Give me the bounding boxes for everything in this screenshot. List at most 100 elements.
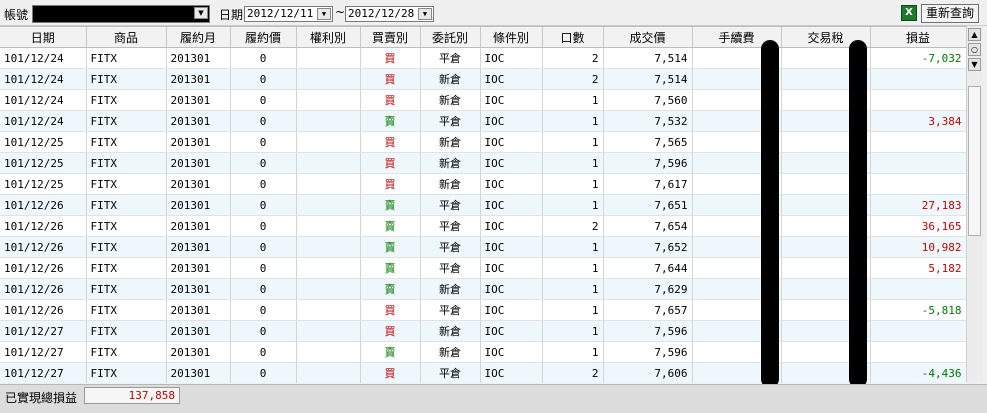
table-row[interactable]: 101/12/27 FITX 201301 0 賣新倉 IOC 1 7,596	[0, 341, 966, 363]
table-row[interactable]: 101/12/27 FITX 201301 0 買新倉 IOC 1 7,596	[0, 320, 966, 342]
order-cell: 平倉	[420, 299, 481, 321]
scroll-top-icon[interactable]: ▲	[968, 28, 981, 41]
right-cell	[296, 215, 361, 237]
scroll-bottom-icon[interactable]: ▼	[968, 58, 981, 71]
qty-cell: 1	[542, 236, 604, 258]
pnl-cell: 3,384	[870, 110, 966, 132]
table-row[interactable]: 101/12/26 FITX 201301 0 賣平倉 IOC 2 7,654 36,165	[0, 215, 966, 237]
vertical-scrollbar[interactable]: ▲ ○ ▼	[966, 26, 983, 382]
right-cell	[296, 320, 361, 342]
pnl-cell: -4,436	[870, 362, 966, 383]
table-row[interactable]: 101/12/26 FITX 201301 0 賣新倉 IOC 1 7,629	[0, 278, 966, 300]
table-row[interactable]: 101/12/25 FITX 201301 0 買新倉 IOC 1 7,617	[0, 173, 966, 195]
cond-cell: IOC	[480, 320, 543, 342]
date-cell: 101/12/25	[0, 173, 87, 195]
date-cell: 101/12/25	[0, 131, 87, 153]
qty-cell: 1	[542, 131, 604, 153]
pnl-cell	[870, 278, 966, 300]
scroll-reset-icon[interactable]: ○	[968, 43, 981, 56]
pnl-cell: 27,183	[870, 194, 966, 216]
table-row[interactable]: 101/12/24 FITX 201301 0 買新倉 IOC 2 7,514	[0, 68, 966, 90]
excel-export-icon[interactable]: X	[901, 5, 917, 21]
col-right-header[interactable]: 權利別	[296, 27, 361, 48]
date-to-picker[interactable]: 2012/12/28 ▼	[345, 6, 434, 22]
col-date-header[interactable]: 日期	[0, 27, 87, 48]
month-cell: 201301	[166, 236, 231, 258]
col-qty-header[interactable]: 口數	[542, 27, 604, 48]
pnl-cell: -5,818	[870, 299, 966, 321]
pnl-cell	[870, 68, 966, 90]
table-row[interactable]: 101/12/26 FITX 201301 0 賣平倉 IOC 1 7,644 5,182	[0, 257, 966, 279]
cond-cell: IOC	[480, 173, 543, 195]
order-cell: 新倉	[420, 341, 481, 363]
chevron-down-icon[interactable]: ▼	[317, 8, 331, 20]
col-cond-header[interactable]: 條件別	[480, 27, 543, 48]
table-row[interactable]: 101/12/26 FITX 201301 0 賣平倉 IOC 1 7,652 10,982	[0, 236, 966, 258]
product-cell: FITX	[86, 257, 167, 279]
date-cell: 101/12/27	[0, 320, 87, 342]
table-row[interactable]: 101/12/24 FITX 201301 0 買平倉 IOC 2 7,514 -7,032	[0, 47, 966, 69]
qty-cell: 2	[542, 68, 604, 90]
col-product-header[interactable]: 商品	[86, 27, 167, 48]
right-cell	[296, 257, 361, 279]
product-cell: FITX	[86, 278, 167, 300]
order-cell: 新倉	[420, 320, 481, 342]
col-side-header[interactable]: 買賣別	[360, 27, 421, 48]
table-row[interactable]: 101/12/24 FITX 201301 0 買新倉 IOC 1 7,560	[0, 89, 966, 111]
strike-cell: 0	[230, 257, 297, 279]
price-cell: 7,651	[603, 194, 693, 216]
table-row[interactable]: 101/12/25 FITX 201301 0 買新倉 IOC 1 7,565	[0, 131, 966, 153]
table-row[interactable]: 101/12/25 FITX 201301 0 買新倉 IOC 1 7,596	[0, 152, 966, 174]
date-cell: 101/12/25	[0, 152, 87, 174]
date-cell: 101/12/26	[0, 194, 87, 216]
pnl-cell: -7,032	[870, 47, 966, 69]
right-cell	[296, 47, 361, 69]
right-cell	[296, 110, 361, 132]
col-order-header[interactable]: 委託別	[420, 27, 481, 48]
month-cell: 201301	[166, 173, 231, 195]
month-cell: 201301	[166, 299, 231, 321]
date-cell: 101/12/26	[0, 215, 87, 237]
right-cell	[296, 362, 361, 383]
qty-cell: 1	[542, 278, 604, 300]
pnl-cell	[870, 320, 966, 342]
strike-cell: 0	[230, 68, 297, 90]
right-cell	[296, 299, 361, 321]
date-from-picker[interactable]: 2012/12/11 ▼	[244, 6, 333, 22]
account-dropdown[interactable]: ▼	[32, 5, 210, 23]
table-row[interactable]: 101/12/26 FITX 201301 0 買平倉 IOC 1 7,657 -5,818	[0, 299, 966, 321]
qty-cell: 1	[542, 89, 604, 111]
requery-button[interactable]: 重新查詢	[921, 4, 979, 23]
product-cell: FITX	[86, 341, 167, 363]
table-row[interactable]: 101/12/27 FITX 201301 0 買平倉 IOC 2 7,606 -4,436	[0, 362, 966, 383]
order-cell: 平倉	[420, 257, 481, 279]
side-cell: 買	[360, 47, 421, 69]
col-pnl-header[interactable]: 損益	[870, 27, 966, 48]
month-cell: 201301	[166, 341, 231, 363]
right-cell	[296, 278, 361, 300]
table-row[interactable]: 101/12/24 FITX 201301 0 賣平倉 IOC 1 7,532 3,384	[0, 110, 966, 132]
strike-cell: 0	[230, 110, 297, 132]
qty-cell: 1	[542, 194, 604, 216]
side-cell: 買	[360, 152, 421, 174]
product-cell: FITX	[86, 215, 167, 237]
month-cell: 201301	[166, 320, 231, 342]
chevron-down-icon[interactable]: ▼	[418, 8, 432, 20]
cond-cell: IOC	[480, 131, 543, 153]
price-cell: 7,560	[603, 89, 693, 111]
month-cell: 201301	[166, 47, 231, 69]
strike-cell: 0	[230, 278, 297, 300]
chevron-down-icon[interactable]: ▼	[194, 7, 208, 19]
cond-cell: IOC	[480, 47, 543, 69]
table-row[interactable]: 101/12/26 FITX 201301 0 賣平倉 IOC 1 7,651 27,183	[0, 194, 966, 216]
order-cell: 平倉	[420, 110, 481, 132]
qty-cell: 2	[542, 47, 604, 69]
col-strike-header[interactable]: 履約價	[230, 27, 297, 48]
cond-cell: IOC	[480, 110, 543, 132]
col-price-header[interactable]: 成交價	[603, 27, 693, 48]
col-month-header[interactable]: 履約月	[166, 27, 231, 48]
price-cell: 7,657	[603, 299, 693, 321]
cond-cell: IOC	[480, 341, 543, 363]
scrollbar-thumb[interactable]	[968, 86, 981, 236]
price-cell: 7,514	[603, 47, 693, 69]
